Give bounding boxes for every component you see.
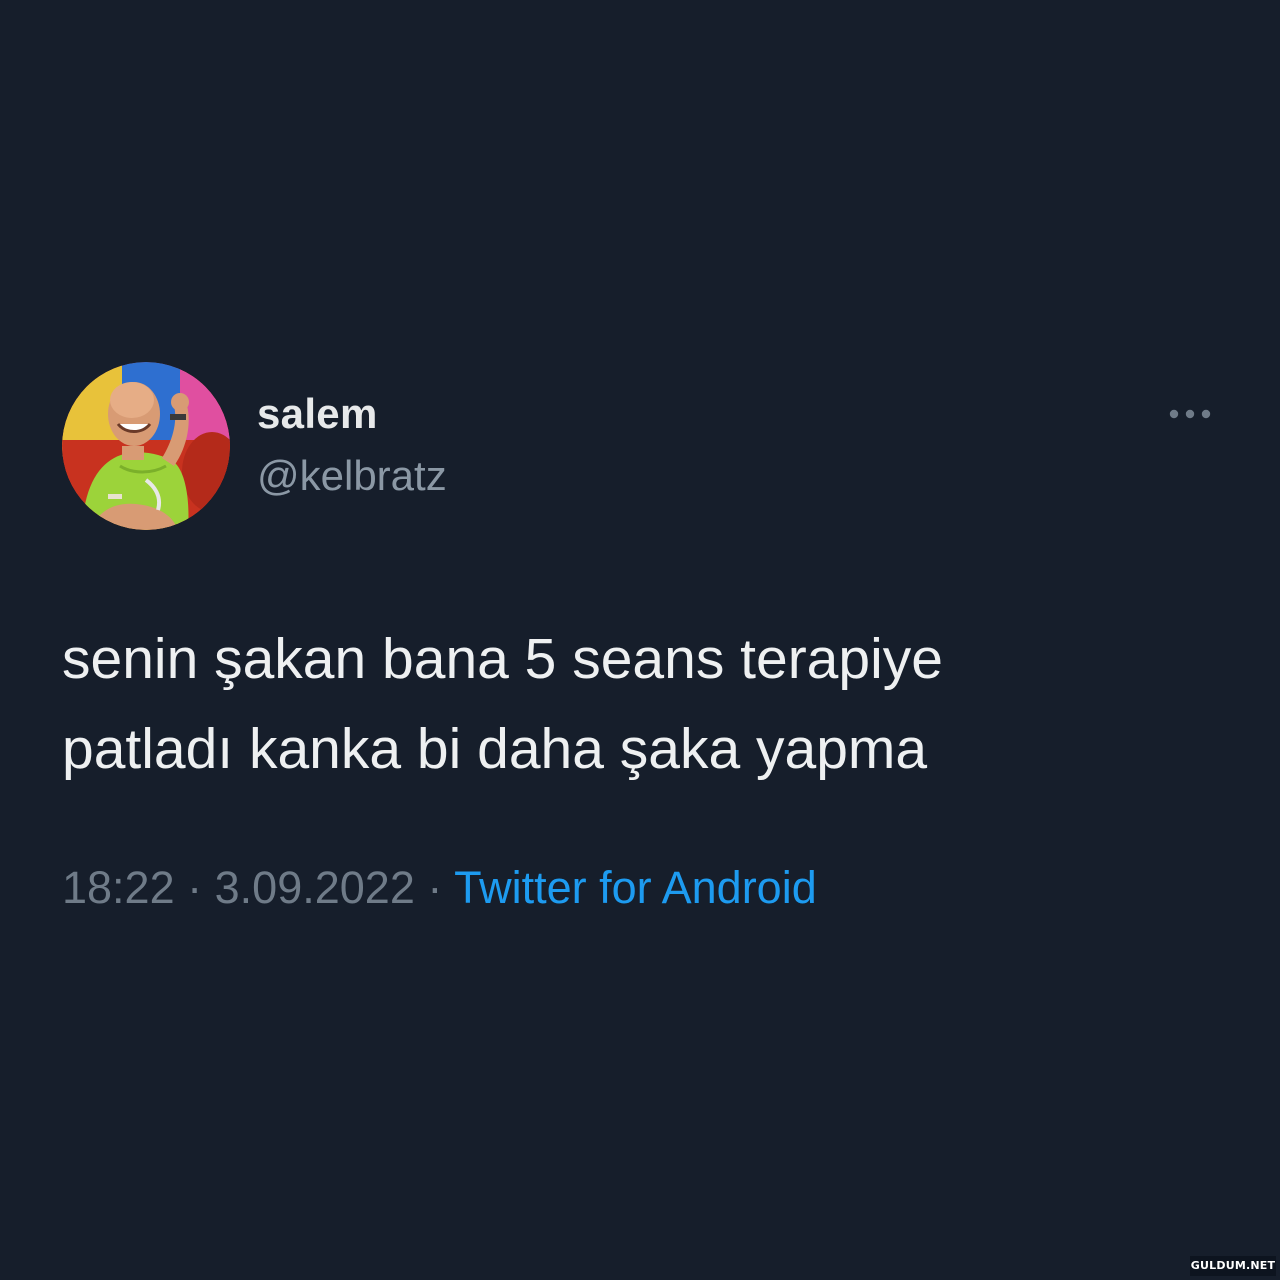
tweet-text-line: patladı kanka bi daha şaka yapma [62, 717, 928, 781]
display-name[interactable]: salem [257, 390, 378, 438]
tweet-meta: 18:22 · 3.09.2022 · Twitter for Android [62, 862, 817, 914]
more-horizontal-icon[interactable] [1166, 402, 1214, 426]
avatar-image [62, 362, 230, 530]
user-handle[interactable]: @kelbratz [257, 452, 447, 500]
watermark: GULDUM.NET [1190, 1256, 1276, 1276]
tweet-text: senin şakan bana 5 seans terapiye patlad… [62, 614, 1182, 794]
tweet-source-link[interactable]: Twitter for Android [454, 862, 817, 913]
tweet-date[interactable]: 3.09.2022 [215, 862, 415, 913]
meta-separator: · [427, 862, 443, 913]
tweet-screenshot: salem @kelbratz senin şakan bana 5 seans… [0, 0, 1280, 1280]
tweet-time[interactable]: 18:22 [62, 862, 175, 913]
avatar[interactable] [62, 362, 230, 530]
tweet-text-line: senin şakan bana 5 seans terapiye [62, 627, 943, 691]
meta-separator: · [187, 862, 203, 913]
